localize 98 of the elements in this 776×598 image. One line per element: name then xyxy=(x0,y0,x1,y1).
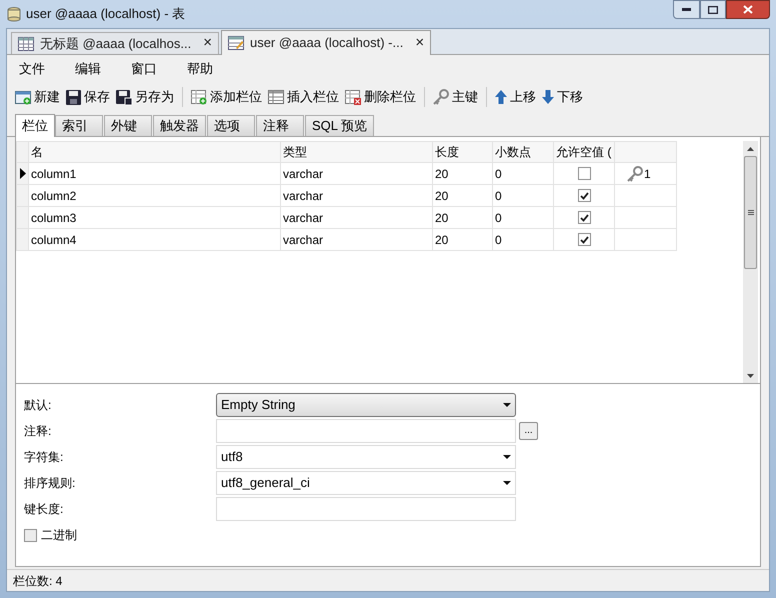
ellipsis-button[interactable]: ... xyxy=(519,422,538,440)
table-cell: column3 xyxy=(28,206,280,228)
table-cell: 20 xyxy=(432,162,492,184)
check-icon xyxy=(580,236,588,244)
dropdown-arrow-icon xyxy=(503,481,511,485)
table-row[interactable]: column2 varchar 20 0 xyxy=(16,184,676,206)
new-table-icon xyxy=(15,90,31,104)
delete-column-icon xyxy=(345,90,361,104)
field-label: 键长度: xyxy=(24,501,64,518)
checkbox[interactable] xyxy=(24,528,37,542)
column-header[interactable]: 名 xyxy=(28,142,280,162)
table-cell: 20 xyxy=(432,206,492,228)
dropdown-arrow-icon xyxy=(503,455,511,459)
toolbar-button[interactable]: 上移 xyxy=(493,86,538,108)
scroll-down-icon xyxy=(747,374,754,378)
tab[interactable]: 外键 xyxy=(104,115,152,136)
table-cell: varchar xyxy=(280,228,432,250)
toolbar-button[interactable]: 主键 xyxy=(431,86,480,108)
tab[interactable]: 触发器 xyxy=(153,115,206,136)
table-row[interactable]: column1 varchar 20 0 1 xyxy=(16,162,676,184)
grid-icon xyxy=(18,36,34,50)
field-label: 字符集: xyxy=(24,449,64,466)
table-row[interactable]: column4 varchar 20 0 xyxy=(16,228,676,250)
dropdown[interactable]: utf8 xyxy=(216,445,516,469)
menu-item[interactable]: 帮助 xyxy=(181,59,219,79)
column-header[interactable]: 允许空值 ( xyxy=(554,142,614,162)
maximize-button[interactable] xyxy=(700,0,726,19)
tab[interactable]: 栏位 xyxy=(15,114,55,137)
save-as-icon xyxy=(116,90,132,104)
table-cell: varchar xyxy=(280,184,432,206)
save-icon xyxy=(66,90,81,104)
check-icon xyxy=(580,192,588,200)
column-header[interactable]: 长度 xyxy=(432,142,492,162)
toolbar-button[interactable]: 另存为 xyxy=(114,86,176,108)
table-cell: varchar xyxy=(280,162,432,184)
down-arrow-icon xyxy=(542,90,554,104)
tab-close-button[interactable]: × xyxy=(415,32,424,54)
field-label: 默认: xyxy=(24,397,52,414)
key-order: 1 xyxy=(644,166,651,182)
insert-column-icon xyxy=(268,90,284,104)
table-cell: 0 xyxy=(492,228,554,250)
dropdown[interactable]: Empty String xyxy=(216,393,516,417)
document-tab[interactable]: 无标题 @aaaa (localhos... × xyxy=(11,32,219,54)
close-icon xyxy=(743,5,753,14)
table-cell: column4 xyxy=(28,228,280,250)
checkbox[interactable] xyxy=(578,189,590,202)
table-cell: 20 xyxy=(432,184,492,206)
document-tab[interactable]: user @aaaa (localhost) -... × xyxy=(220,30,432,55)
close-button[interactable] xyxy=(726,0,770,19)
checkbox[interactable] xyxy=(578,167,590,180)
toolbar-button[interactable]: 下移 xyxy=(540,86,585,108)
checkbox[interactable] xyxy=(578,211,590,224)
table-cell: 20 xyxy=(432,228,492,250)
table-cell: 0 xyxy=(492,206,554,228)
grip-icon xyxy=(748,210,754,215)
scroll-up-icon xyxy=(747,146,754,150)
toolbar-button[interactable]: 保存 xyxy=(64,86,112,108)
table-row[interactable]: column3 varchar 20 0 xyxy=(16,206,676,228)
table-cell: column1 xyxy=(28,162,280,184)
up-arrow-icon xyxy=(495,90,507,104)
tab[interactable]: 索引 xyxy=(55,115,103,136)
input-field[interactable] xyxy=(216,497,516,521)
menu-item[interactable]: 编辑 xyxy=(69,59,107,79)
checkbox[interactable] xyxy=(578,233,590,246)
minimize-icon xyxy=(682,8,691,12)
table-cell: column2 xyxy=(28,184,280,206)
add-column-icon xyxy=(191,90,207,104)
minimize-button[interactable] xyxy=(673,0,700,19)
window-title: user @aaaa (localhost) - 表 xyxy=(26,5,186,24)
dropdown[interactable]: utf8_general_ci xyxy=(216,471,516,495)
app-icon xyxy=(6,6,22,22)
maximize-icon xyxy=(708,6,718,14)
check-icon xyxy=(580,214,588,222)
toolbar-button[interactable]: 新建 xyxy=(13,86,62,108)
dropdown-arrow-icon xyxy=(503,403,511,407)
tab[interactable]: SQL 预览 xyxy=(305,115,374,136)
toolbar-button[interactable]: 添加栏位 xyxy=(189,86,264,108)
scrollbar[interactable] xyxy=(743,141,758,383)
menu-item[interactable]: 窗口 xyxy=(125,59,163,79)
checkbox-label: 二进制 xyxy=(41,527,77,544)
column-header[interactable]: 类型 xyxy=(280,142,432,162)
toolbar-button[interactable]: 删除栏位 xyxy=(343,86,418,108)
column-header[interactable]: 小数点 xyxy=(492,142,554,162)
toolbar-button[interactable]: 插入栏位 xyxy=(266,86,341,108)
tab-close-button[interactable]: × xyxy=(203,32,212,55)
key-icon xyxy=(627,166,643,182)
status-text: 栏位数: 4 xyxy=(13,572,62,590)
table-cell: 0 xyxy=(492,162,554,184)
input-field[interactable] xyxy=(216,419,516,443)
table-cell: varchar xyxy=(280,206,432,228)
field-label: 注释: xyxy=(24,423,52,440)
grid-pencil-icon xyxy=(228,36,244,50)
key-icon xyxy=(433,89,449,105)
tab[interactable]: 注释 xyxy=(256,115,304,136)
tab[interactable]: 选项 xyxy=(207,115,255,136)
menu-item[interactable]: 文件 xyxy=(13,59,51,79)
field-label: 排序规则: xyxy=(24,475,76,492)
table-cell: 0 xyxy=(492,184,554,206)
